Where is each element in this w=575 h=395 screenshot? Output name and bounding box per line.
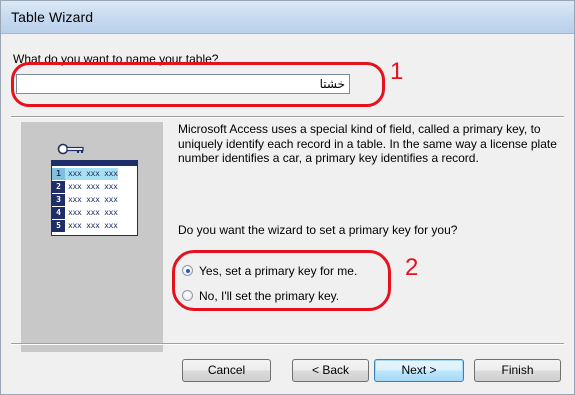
radio-no-label[interactable]: No, I'll set the primary key. [199, 288, 339, 304]
sample-table-header [52, 161, 137, 166]
sample-table-icon: 1 xxx xxx xxx 2 xxx xxx xxx 3 xxx xxx xxx 4… [51, 160, 138, 236]
title-bar[interactable]: Table Wizard [1, 1, 574, 34]
sample-table-row: 2 xxx xxx xxx [52, 181, 137, 193]
next-button[interactable]: Next > [374, 359, 464, 382]
finish-button[interactable]: Finish [474, 359, 561, 382]
radio-button-checked[interactable] [182, 265, 193, 276]
annotation-number-2: 2 [405, 254, 419, 281]
primary-key-prompt: Do you want the wizard to set a primary … [178, 223, 458, 237]
window-title: Table Wizard [11, 9, 94, 25]
radio-yes-label[interactable]: Yes, set a primary key for me. [199, 263, 357, 279]
table-name-input[interactable] [16, 74, 350, 94]
primary-key-illustration-panel [21, 122, 163, 352]
back-button[interactable]: < Back [292, 359, 369, 382]
key-icon [57, 143, 84, 155]
table-name-question: What do you want to name your table? [13, 52, 219, 66]
primary-key-description: Microsoft Access uses a special kind of … [178, 122, 557, 165]
top-divider [11, 116, 564, 118]
sample-table-row: 4 xxx xxx xxx [52, 207, 137, 219]
cancel-button[interactable]: Cancel [182, 359, 271, 382]
sample-table-row: 1 xxx xxx xxx [52, 168, 137, 180]
annotation-number-1: 1 [390, 58, 404, 85]
sample-table-row: 5 xxx xxx xxx [52, 220, 137, 232]
bottom-divider [11, 343, 564, 345]
sample-table-row: 3 xxx xxx xxx [52, 194, 137, 206]
radio-button-unchecked[interactable] [182, 290, 193, 301]
table-wizard-dialog: Table Wizard What do you want to name yo… [0, 0, 575, 395]
